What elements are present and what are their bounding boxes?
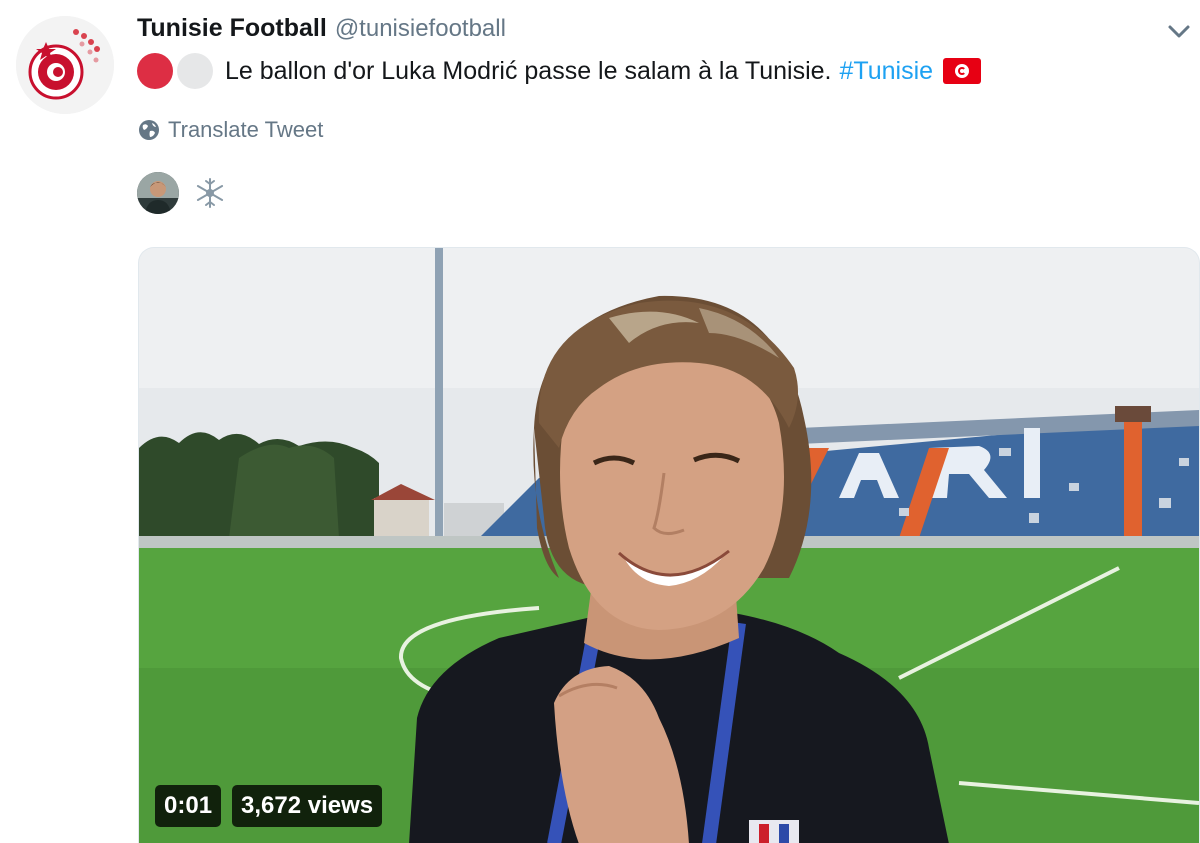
tweet-header: Tunisie Football @tunisiefootball (137, 14, 506, 48)
tweet-body: Le ballon d'or Luka Modrić passe le sala… (225, 56, 832, 85)
tweet-text: Le ballon d'or Luka Modrić passe le sala… (137, 52, 982, 90)
tunisia-flag-icon (943, 58, 982, 84)
translate-tweet-link[interactable]: Translate Tweet (138, 116, 323, 144)
federation-crest-icon (16, 16, 114, 114)
snowflake-icon[interactable] (193, 176, 227, 210)
tagged-user-avatar[interactable] (137, 172, 179, 214)
hashtag-link[interactable]: #Tunisie (840, 57, 934, 86)
video-timestamp: 0:01 (155, 785, 222, 827)
video-thumbnail (139, 248, 1199, 843)
chevron-down-icon[interactable] (1166, 20, 1192, 42)
tweet: Tunisie Football @tunisiefootball Le bal… (0, 0, 1200, 843)
author-handle[interactable]: @tunisiefootball (335, 15, 506, 43)
white-circle-icon (177, 53, 213, 89)
author-display-name[interactable]: Tunisie Football (137, 14, 327, 43)
translate-tweet-label: Translate Tweet (168, 117, 324, 142)
video-player[interactable] (138, 247, 1200, 843)
player-avatar-icon (137, 172, 179, 214)
globe-icon (139, 120, 159, 140)
red-circle-icon (137, 53, 173, 89)
video-view-count: 3,672 views (232, 785, 383, 827)
tagged-row (137, 172, 227, 214)
author-avatar[interactable] (16, 16, 114, 114)
